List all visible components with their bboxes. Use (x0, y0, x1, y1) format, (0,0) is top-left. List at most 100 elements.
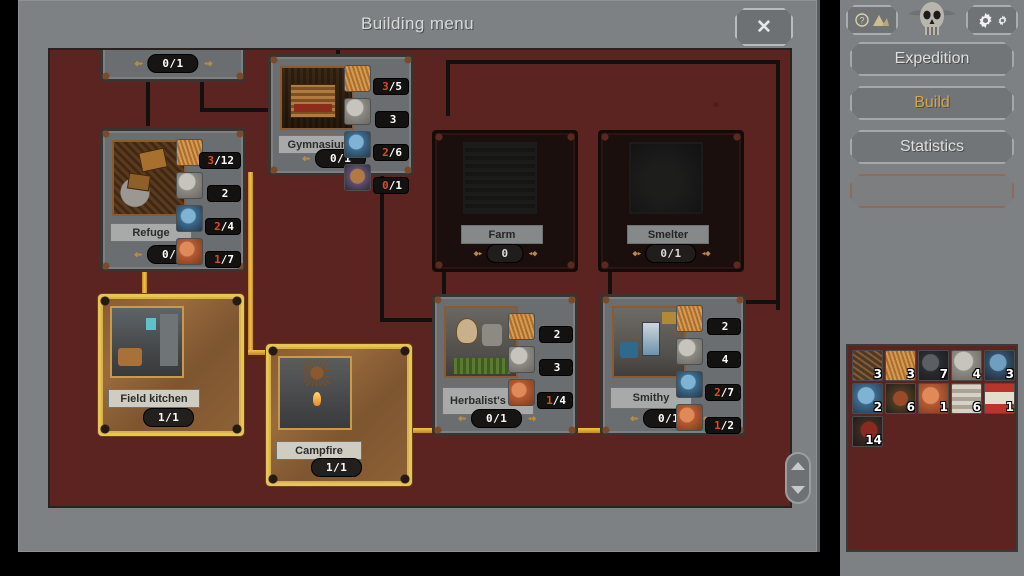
cost-badge: 3/5 (373, 78, 409, 95)
cost-row: 2 (508, 313, 573, 346)
pill-wing-left: ◆▸ (134, 249, 144, 260)
cost-list: 3/5 3 2/6 0/1 (344, 65, 409, 197)
building-thumbnail (280, 66, 354, 130)
building-name: Farm (461, 225, 543, 244)
pill-wing-right: ◂◆ (527, 248, 538, 259)
gear-icon (978, 12, 992, 28)
cost-badge: 1/7 (205, 251, 241, 268)
cost-badge: 3/12 (198, 152, 241, 169)
building-card-smelter[interactable]: Smelter 0/1 ◆▸ ◂◆ (598, 130, 744, 272)
ore-icon (344, 164, 371, 191)
straw-icon (676, 305, 703, 332)
resource-count: 2 (873, 400, 882, 414)
meat-icon (176, 238, 203, 265)
building-thumbnail (629, 142, 703, 214)
building-tree-canvas[interactable]: 0/1◆▸◂◆ Gymnasium 0/1◆▸◂◆ (48, 48, 792, 508)
right-sidebar: ? Expedition Build Statistics 3 3 7 4 3 … (840, 0, 1024, 576)
cost-badge: 2 (707, 318, 741, 335)
building-card-top-partial[interactable]: 0/1 ◆▸ ◂◆ (100, 50, 246, 82)
building-card-smithy[interactable]: Smithy 0/1◆▸◂◆ 2 4 2/7 (600, 294, 746, 436)
pill-wing-left: ◆▸ (134, 58, 144, 69)
sidebar-item-empty[interactable] (850, 174, 1014, 208)
cost-badge: 1/4 (537, 392, 573, 409)
building-name: Field kitchen (108, 389, 200, 408)
building-card-gymnasium[interactable]: Gymnasium 0/1◆▸◂◆ 3/5 3 2/6 (268, 54, 414, 194)
cost-row: 2/6 (344, 131, 409, 164)
close-icon: ✕ (756, 16, 772, 38)
game-screen: Building menu ✕ 0/1 ◆▸ ◂◆ Gymnasium 0/1 … (0, 0, 1024, 576)
building-thumbnail (110, 306, 184, 378)
stone-icon (344, 98, 371, 125)
resource-item[interactable]: 7 (918, 350, 949, 381)
pill-wing-left: ◆▸ (473, 248, 483, 259)
status-badge: 0/1◆▸◂◆ (632, 244, 711, 263)
cost-row: 3 (508, 346, 573, 379)
building-card-refuge[interactable]: Refuge 0/1◆▸◂◆ 3/12 2 2/4 (100, 128, 246, 272)
sidebar-footer (840, 552, 1024, 576)
sidebar-item-statistics[interactable]: Statistics (850, 130, 1014, 164)
resource-item[interactable]: 6 (885, 383, 916, 414)
building-card-herbalists-hut[interactable]: Herbalist's hut 0/1 ◆▸ ◂◆ 2 3 1/4 (432, 294, 578, 436)
vertical-scrollbar[interactable] (785, 452, 811, 504)
scrap-metal-icon (344, 131, 371, 158)
help-button[interactable]: ? (846, 5, 898, 35)
resource-item[interactable]: 1 (918, 383, 949, 414)
resource-item[interactable]: 4 (951, 350, 982, 381)
building-card-field-kitchen[interactable]: Field kitchen 1/1 (98, 294, 244, 436)
building-card-farm[interactable]: Farm 0 ◆▸ ◂◆ (432, 130, 578, 272)
pill-wing-left: ◆▸ (302, 153, 312, 164)
resource-item[interactable]: 1 (984, 383, 1015, 414)
cost-row: 3/5 (344, 65, 409, 98)
building-thumbnail (612, 306, 686, 378)
settings-button[interactable] (966, 5, 1018, 35)
building-thumbnail (463, 142, 537, 214)
sidebar-item-build[interactable]: Build (850, 86, 1014, 120)
svg-text:?: ? (859, 16, 864, 26)
cost-row: 3 (344, 98, 409, 131)
cost-badge: 2 (207, 185, 241, 202)
cost-badge: 3 (375, 111, 409, 128)
resource-grid: 3 3 7 4 3 2 6 1 6 1 14 (852, 350, 1016, 447)
sidebar-item-label: Expedition (894, 50, 970, 67)
tent-icon (872, 15, 889, 26)
cost-badge: 2/7 (705, 384, 741, 401)
cost-row: 2/4 (176, 205, 241, 238)
sidebar-item-expedition[interactable]: Expedition (850, 42, 1014, 76)
stone-icon (508, 346, 535, 373)
chevron-down-icon[interactable] (791, 486, 805, 494)
close-button[interactable]: ✕ (735, 8, 793, 46)
resource-item[interactable]: 3 (984, 350, 1015, 381)
chevron-up-icon[interactable] (791, 462, 805, 470)
cost-badge: 2/6 (373, 144, 409, 161)
cost-row: 3/12 (176, 139, 241, 172)
sidebar-item-label: Statistics (899, 138, 964, 155)
resource-item[interactable]: 6 (951, 383, 982, 414)
building-card-campfire[interactable]: Campfire 1/1 (266, 344, 412, 486)
meat-icon (508, 379, 535, 406)
resource-count: 4 (972, 367, 981, 381)
cost-list: 2 4 2/7 1/2 (676, 305, 741, 437)
cost-row: 1/4 (508, 379, 573, 412)
cost-row: 1/7 (176, 238, 241, 271)
resource-panel: 3 3 7 4 3 2 6 1 6 1 14 (846, 344, 1018, 552)
resource-item[interactable]: 3 (852, 350, 883, 381)
building-menu-window: Building menu ✕ 0/1 ◆▸ ◂◆ Gymnasium 0/1 … (18, 0, 820, 552)
cost-badge: 1/2 (705, 417, 741, 434)
resource-item[interactable]: 2 (852, 383, 883, 414)
building-thumbnail (444, 306, 518, 378)
building-thumbnail (112, 140, 186, 216)
link-segment (446, 60, 450, 116)
resource-count: 3 (906, 367, 915, 381)
resource-count: 3 (873, 367, 882, 381)
status-badge: 1/1 (311, 458, 363, 477)
building-name: Smelter (627, 225, 709, 244)
sidebar-item-label: Build (914, 94, 950, 111)
resource-item[interactable]: 14 (852, 416, 883, 447)
straw-icon (344, 65, 371, 92)
pill-wing-left: ◆▸ (458, 413, 468, 424)
cost-badge: 2/4 (205, 218, 241, 235)
resource-item[interactable]: 3 (885, 350, 916, 381)
resource-count: 1 (1005, 400, 1014, 414)
pill-wing-right: ◂◆ (700, 248, 711, 259)
scrap-metal-icon (176, 205, 203, 232)
